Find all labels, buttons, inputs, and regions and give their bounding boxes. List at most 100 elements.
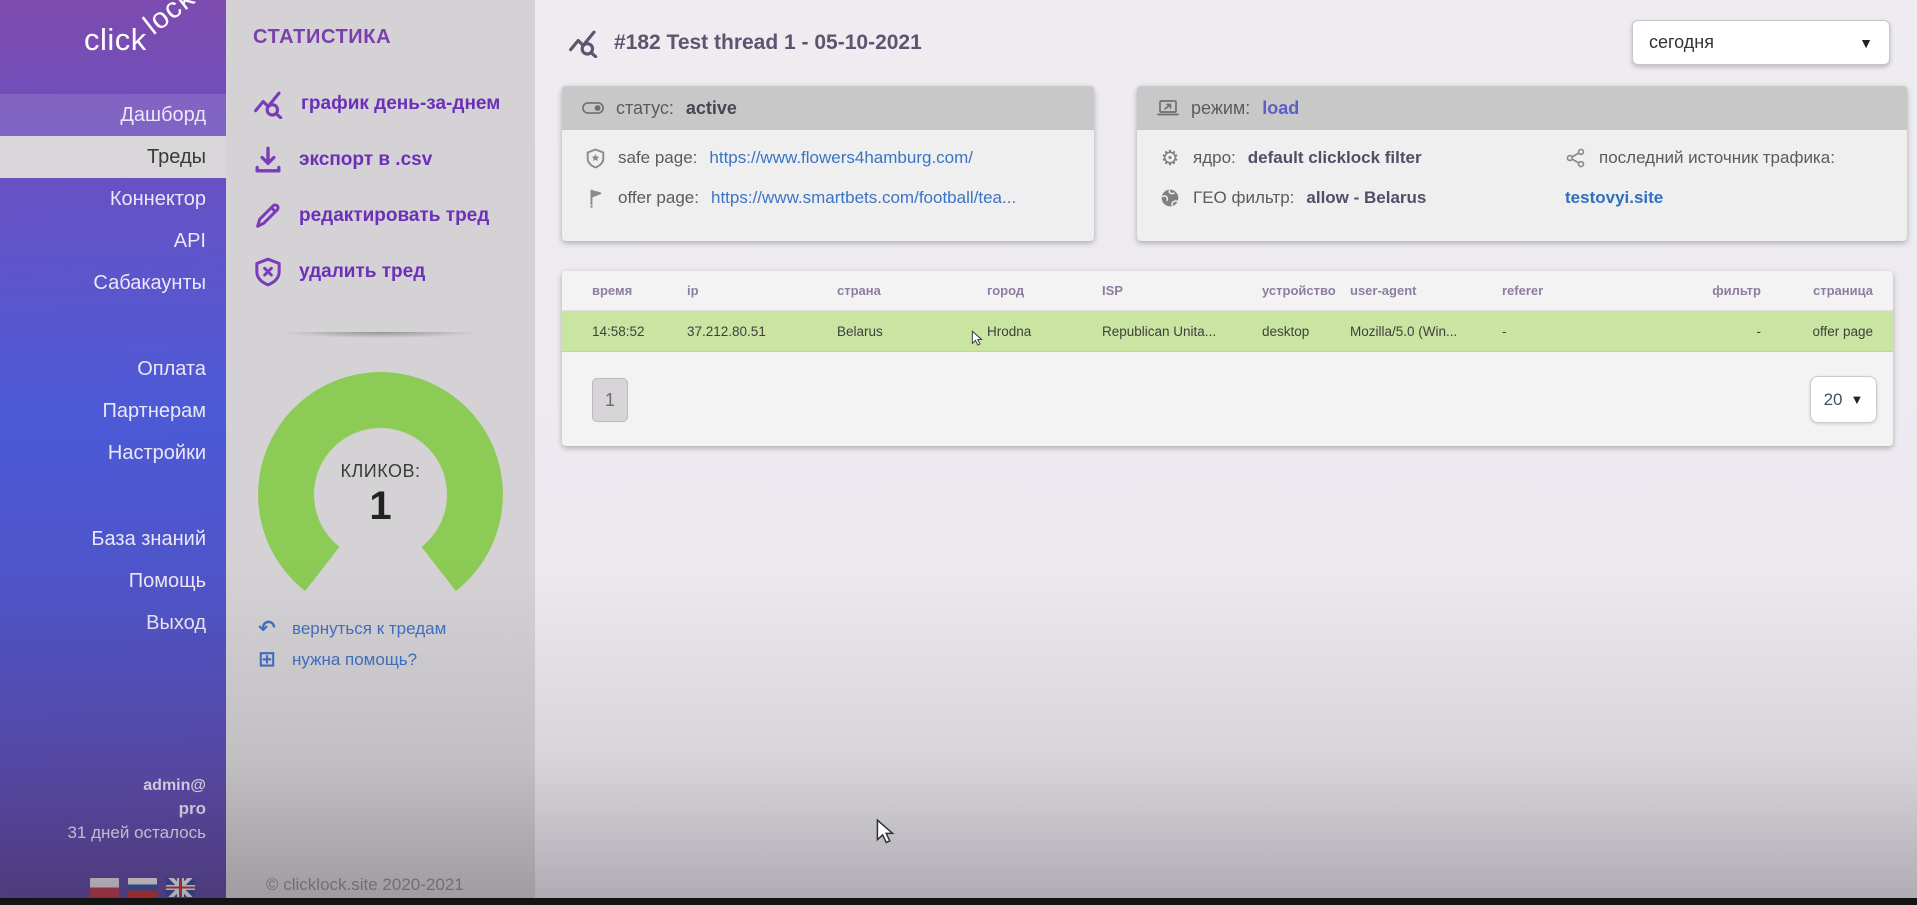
mouse-cursor-large — [872, 814, 898, 848]
need-help-link[interactable]: ⊞ нужна помощь? — [256, 644, 446, 675]
column-header-referer[interactable]: referer — [1502, 283, 1681, 298]
page-size-select[interactable]: 20 ▼ — [1810, 376, 1877, 423]
menu-item-label: график день-за-днем — [301, 93, 500, 115]
status-card: статус: active safe page: https://www.fl… — [562, 86, 1094, 241]
column-header-device[interactable]: устройство — [1262, 283, 1350, 298]
sidebar-item-label: Треды — [147, 146, 206, 169]
mode-settings-column: ⚙ ядро: default clicklock filter ГЕО фил… — [1137, 138, 1565, 218]
mode-card-header: режим: load — [1137, 86, 1907, 130]
gear-icon: ⚙ — [1159, 148, 1181, 168]
chevron-down-icon: ▼ — [1851, 392, 1864, 407]
link-label: нужна помощь? — [292, 650, 417, 670]
sidebar-item-label: Настройки — [108, 442, 206, 465]
status-card-body: safe page: https://www.flowers4hamburg.c… — [562, 130, 1094, 218]
cell-country: Belarus — [837, 324, 987, 339]
sidebar-item-api[interactable]: API — [0, 220, 226, 262]
column-header-filter[interactable]: фильтр — [1681, 283, 1761, 298]
column-header-user-agent[interactable]: user-agent — [1350, 283, 1502, 298]
flag-poland-icon[interactable] — [90, 878, 119, 897]
main-content: #182 Test thread 1 - 05-10-2021 сегодня … — [535, 0, 1917, 905]
download-icon — [253, 145, 283, 175]
back-to-threads-link[interactable]: ↶ вернуться к тредам — [256, 613, 446, 644]
menu-item-label: экспорт в .csv — [299, 149, 432, 171]
sidebar-item-label: Выход — [146, 612, 206, 635]
offer-page-label: offer page: — [618, 188, 699, 208]
sidebar: click lock Дашборд Треды Коннектор API С… — [0, 0, 226, 905]
sidebar-item-label: Дашборд — [120, 104, 206, 127]
sidebar-item-logout[interactable]: Выход — [0, 602, 226, 644]
traffic-source-column: последний источник трафика: testovyi.sit… — [1565, 138, 1907, 218]
geo-filter-label: ГЕО фильтр: — [1193, 188, 1294, 208]
mouse-cursor-small — [969, 327, 985, 349]
flag-icon — [584, 188, 606, 208]
traffic-source-label: последний источник трафика: — [1599, 148, 1835, 168]
sidebar-item-payment[interactable]: Оплата — [0, 348, 226, 390]
statistics-links: ↶ вернуться к тредам ⊞ нужна помощь? — [256, 613, 446, 675]
clicklock-app: click lock Дашборд Треды Коннектор API С… — [0, 0, 1917, 905]
sidebar-item-connector[interactable]: Коннектор — [0, 178, 226, 220]
status-label: статус: — [616, 98, 674, 119]
column-header-country[interactable]: страна — [837, 283, 987, 298]
traffic-source-link[interactable]: testovyi.site — [1565, 178, 1907, 218]
globe-icon — [1159, 188, 1181, 208]
language-switcher — [90, 878, 195, 897]
sidebar-nav: Дашборд Треды Коннектор API Сабакаунты О… — [0, 94, 226, 644]
sidebar-item-label: Помощь — [129, 570, 206, 593]
plus-box-icon: ⊞ — [256, 647, 278, 672]
safe-page-link[interactable]: https://www.flowers4hamburg.com/ — [709, 148, 973, 168]
screen-share-icon — [1157, 98, 1179, 118]
statistics-title: СТАТИСТИКА — [253, 26, 391, 49]
column-header-page[interactable]: страница — [1761, 283, 1873, 298]
sidebar-item-threads[interactable]: Треды — [0, 136, 226, 178]
core-label: ядро: — [1193, 148, 1236, 168]
cell-isp: Republican Unita... — [1102, 324, 1262, 339]
screen-bottom-bar — [0, 898, 1917, 905]
sidebar-item-label: API — [174, 230, 206, 253]
undo-icon: ↶ — [256, 616, 278, 641]
sidebar-item-help[interactable]: Помощь — [0, 560, 226, 602]
nav-spacer — [0, 304, 226, 348]
sidebar-item-subaccounts[interactable]: Сабакаунты — [0, 262, 226, 304]
sidebar-item-dashboard[interactable]: Дашборд — [0, 94, 226, 136]
cell-time: 14:58:52 — [592, 324, 687, 339]
offer-page-row: offer page: https://www.smartbets.com/fo… — [562, 178, 1094, 218]
copyright: © clicklock.site 2020-2021 — [266, 875, 464, 895]
table-row[interactable]: 14:58:52 37.212.80.51 Belarus Hrodna Rep… — [562, 311, 1893, 352]
column-header-ip[interactable]: ip — [687, 283, 837, 298]
cell-page: offer page — [1761, 324, 1873, 339]
status-value: active — [686, 98, 737, 119]
sidebar-item-label: Коннектор — [110, 188, 206, 211]
toggle-icon — [582, 98, 604, 118]
menu-item-label: удалить тред — [299, 261, 425, 283]
sidebar-item-label: База знаний — [91, 528, 206, 551]
menu-item-export-csv[interactable]: экспорт в .csv — [253, 132, 523, 188]
statistics-menu: график день-за-днем экспорт в .csv редак… — [253, 76, 523, 300]
column-header-time[interactable]: время — [592, 283, 687, 298]
clicks-gauge: КЛИКОВ: 1 — [258, 372, 503, 617]
cell-filter: - — [1681, 324, 1761, 339]
sidebar-item-settings[interactable]: Настройки — [0, 432, 226, 474]
pagination-page-1-button[interactable]: 1 — [592, 378, 628, 422]
sidebar-item-knowledge-base[interactable]: База знаний — [0, 518, 226, 560]
menu-item-delete-thread[interactable]: удалить тред — [253, 244, 523, 300]
link-label: вернуться к тредам — [292, 619, 446, 639]
clicks-table-card: время ip страна город ISP устройство use… — [562, 271, 1893, 446]
column-header-isp[interactable]: ISP — [1102, 283, 1262, 298]
account-email: admin@ — [67, 777, 206, 795]
mode-card-body: ⚙ ядро: default clicklock filter ГЕО фил… — [1137, 130, 1907, 218]
share-icon — [1565, 148, 1587, 168]
period-select[interactable]: сегодня ▼ — [1632, 20, 1890, 65]
flag-uk-icon[interactable] — [166, 878, 195, 897]
column-header-city[interactable]: город — [987, 283, 1102, 298]
gauge-text: КЛИКОВ: 1 — [258, 372, 503, 617]
account-plan: pro — [67, 799, 206, 819]
sidebar-item-label: Сабакаунты — [93, 272, 206, 295]
menu-item-edit-thread[interactable]: редактировать тред — [253, 188, 523, 244]
menu-item-daily-chart[interactable]: график день-за-днем — [253, 76, 523, 132]
gauge-label: КЛИКОВ: — [340, 461, 420, 482]
flag-russia-icon[interactable] — [128, 878, 157, 897]
cell-ip: 37.212.80.51 — [687, 324, 837, 339]
offer-page-link[interactable]: https://www.smartbets.com/football/tea..… — [711, 188, 1016, 208]
sidebar-item-partners[interactable]: Партнерам — [0, 390, 226, 432]
core-row: ⚙ ядро: default clicklock filter — [1137, 138, 1565, 178]
